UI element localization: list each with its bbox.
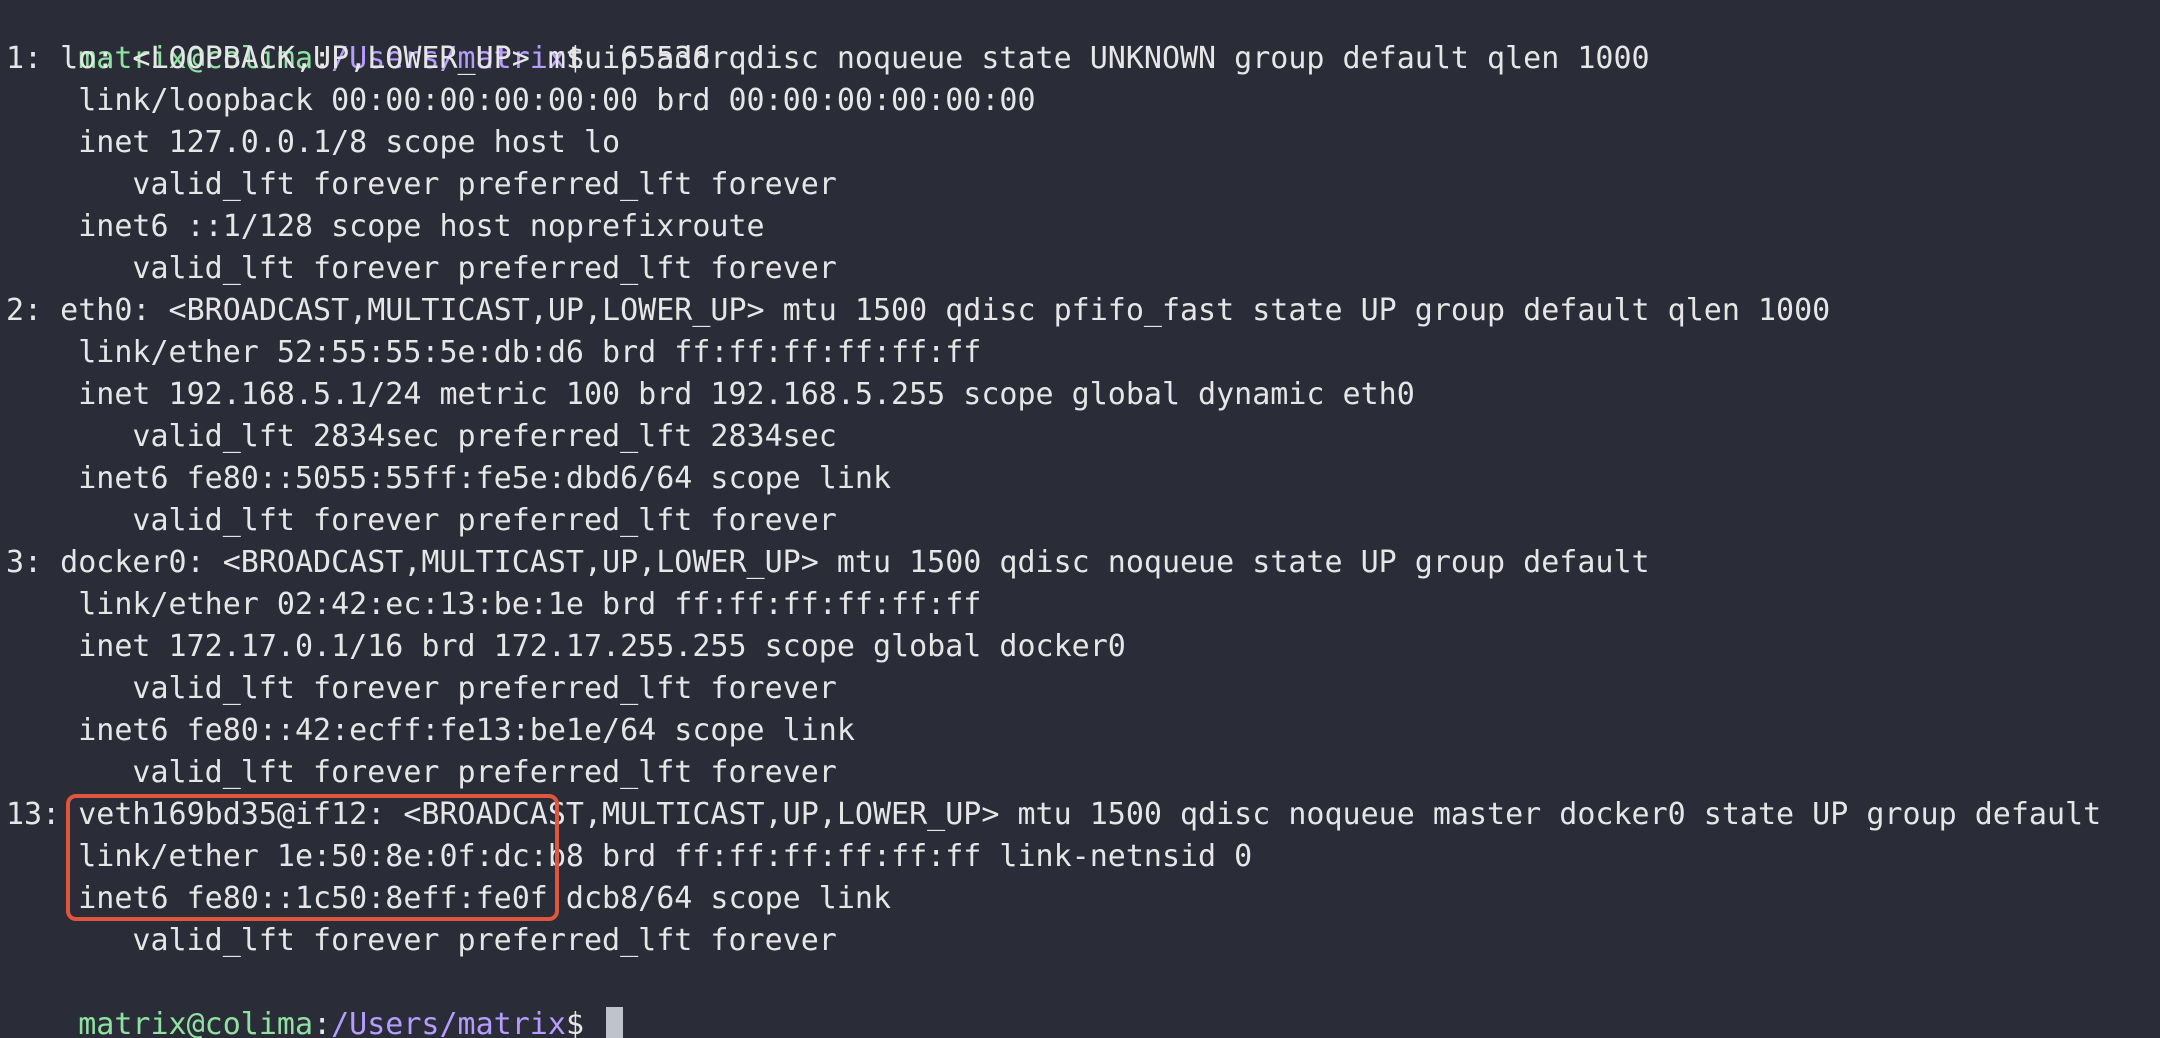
output-line: inet6 fe80::42:ecff:fe13:be1e/64 scope l… xyxy=(6,713,855,748)
output-line: valid_lft forever preferred_lft forever xyxy=(6,251,837,286)
output-line: valid_lft forever preferred_lft forever xyxy=(6,167,837,202)
prompt-user-host: matrix@colima xyxy=(78,1007,314,1038)
output-line: 1: lo: <LOOPBACK,UP,LOWER_UP> mtu 65536 … xyxy=(6,41,1650,76)
output-line: inet6 ::1/128 scope host noprefixroute xyxy=(6,209,765,244)
prompt-colon: : xyxy=(313,1007,332,1038)
output-line: inet 192.168.5.1/24 metric 100 brd 192.1… xyxy=(6,377,1415,412)
output-line: valid_lft forever preferred_lft forever xyxy=(6,671,837,706)
prompt-symbol: $ xyxy=(565,1007,603,1038)
output-line: inet6 fe80::5055:55ff:fe5e:dbd6/64 scope… xyxy=(6,461,892,496)
terminal-window[interactable]: matrix@colima:/Users/matrix$ ip addr 1: … xyxy=(0,0,2160,1038)
output-line: link/ether 52:55:55:5e:db:d6 brd ff:ff:f… xyxy=(6,335,982,370)
output-line: valid_lft forever preferred_lft forever xyxy=(6,923,837,958)
output-line: 3: docker0: <BROADCAST,MULTICAST,UP,LOWE… xyxy=(6,545,1650,580)
output-line: inet 127.0.0.1/8 scope host lo xyxy=(6,125,621,160)
output-line: inet 172.17.0.1/16 brd 172.17.255.255 sc… xyxy=(6,629,1126,664)
cursor-icon[interactable] xyxy=(606,1006,624,1038)
prompt-line: matrix@colima:/Users/matrix$ xyxy=(6,962,624,1038)
output-line: link/ether 02:42:ec:13:be:1e brd ff:ff:f… xyxy=(6,587,982,622)
highlight-box xyxy=(66,794,559,921)
prompt-line: matrix@colima:/Users/matrix$ ip addr xyxy=(6,0,728,76)
output-line: valid_lft forever preferred_lft forever xyxy=(6,503,837,538)
output-line: 2: eth0: <BROADCAST,MULTICAST,UP,LOWER_U… xyxy=(6,293,1831,328)
output-line: link/loopback 00:00:00:00:00:00 brd 00:0… xyxy=(6,83,1036,118)
prompt-path: /Users/matrix xyxy=(331,1007,566,1038)
output-line: valid_lft forever preferred_lft forever xyxy=(6,755,837,790)
output-line: valid_lft 2834sec preferred_lft 2834sec xyxy=(6,419,837,454)
